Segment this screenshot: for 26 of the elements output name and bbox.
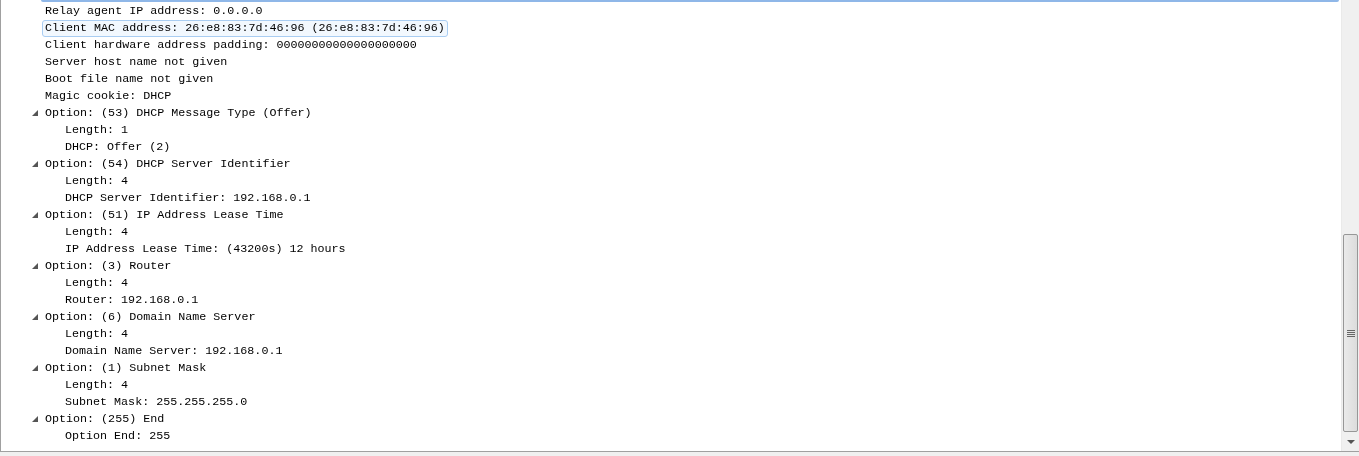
tree-item[interactable]: Client hardware address padding: 00000000000000000000	[42, 37, 420, 54]
tree-item[interactable]: IP Address Lease Time: (43200s) 12 hours	[62, 241, 349, 258]
tree-item[interactable]: Option: (51) IP Address Lease Time	[42, 207, 287, 224]
tree-item[interactable]: DHCP Server Identifier: 192.168.0.1	[62, 190, 314, 207]
tree-item[interactable]: Option: (53) DHCP Message Type (Offer)	[42, 105, 315, 122]
tree-item[interactable]: Option: (255) End	[42, 411, 168, 428]
tree-item[interactable]: Relay agent IP address: 0.0.0.0	[42, 3, 266, 20]
tree-item[interactable]: Length: 1	[62, 122, 132, 139]
tree-item[interactable]: Server host name not given	[42, 54, 231, 71]
tree-item[interactable]: Length: 4	[62, 173, 132, 190]
tree-item[interactable]: Magic cookie: DHCP	[42, 88, 175, 105]
tree-item[interactable]: Domain Name Server: 192.168.0.1	[62, 343, 286, 360]
tree-item[interactable]: Option End: 255	[62, 428, 174, 445]
tree-item[interactable]: Length: 4	[62, 275, 132, 292]
tree-item[interactable]: DHCP: Offer (2)	[62, 139, 174, 156]
tree-item[interactable]: Length: 4	[62, 326, 132, 343]
tree-item[interactable]: Subnet Mask: 255.255.255.0	[62, 394, 251, 411]
tree-item[interactable]: Option: (3) Router	[42, 258, 175, 275]
tree-item[interactable]: Length: 4	[62, 377, 132, 394]
tree-item[interactable]: Boot file name not given	[42, 71, 217, 88]
tree-item[interactable]: Router: 192.168.0.1	[62, 292, 202, 309]
tree-item[interactable]: Client MAC address: 26:e8:83:7d:46:96 (26:e8:83:7d:46:96)	[42, 20, 448, 37]
tree-item[interactable]: Option: (54) DHCP Server Identifier	[42, 156, 294, 173]
tree-item[interactable]: Length: 4	[62, 224, 132, 241]
tree-item[interactable]: Option: (1) Subnet Mask	[42, 360, 210, 377]
tree-item[interactable]: Option: (6) Domain Name Server	[42, 309, 259, 326]
